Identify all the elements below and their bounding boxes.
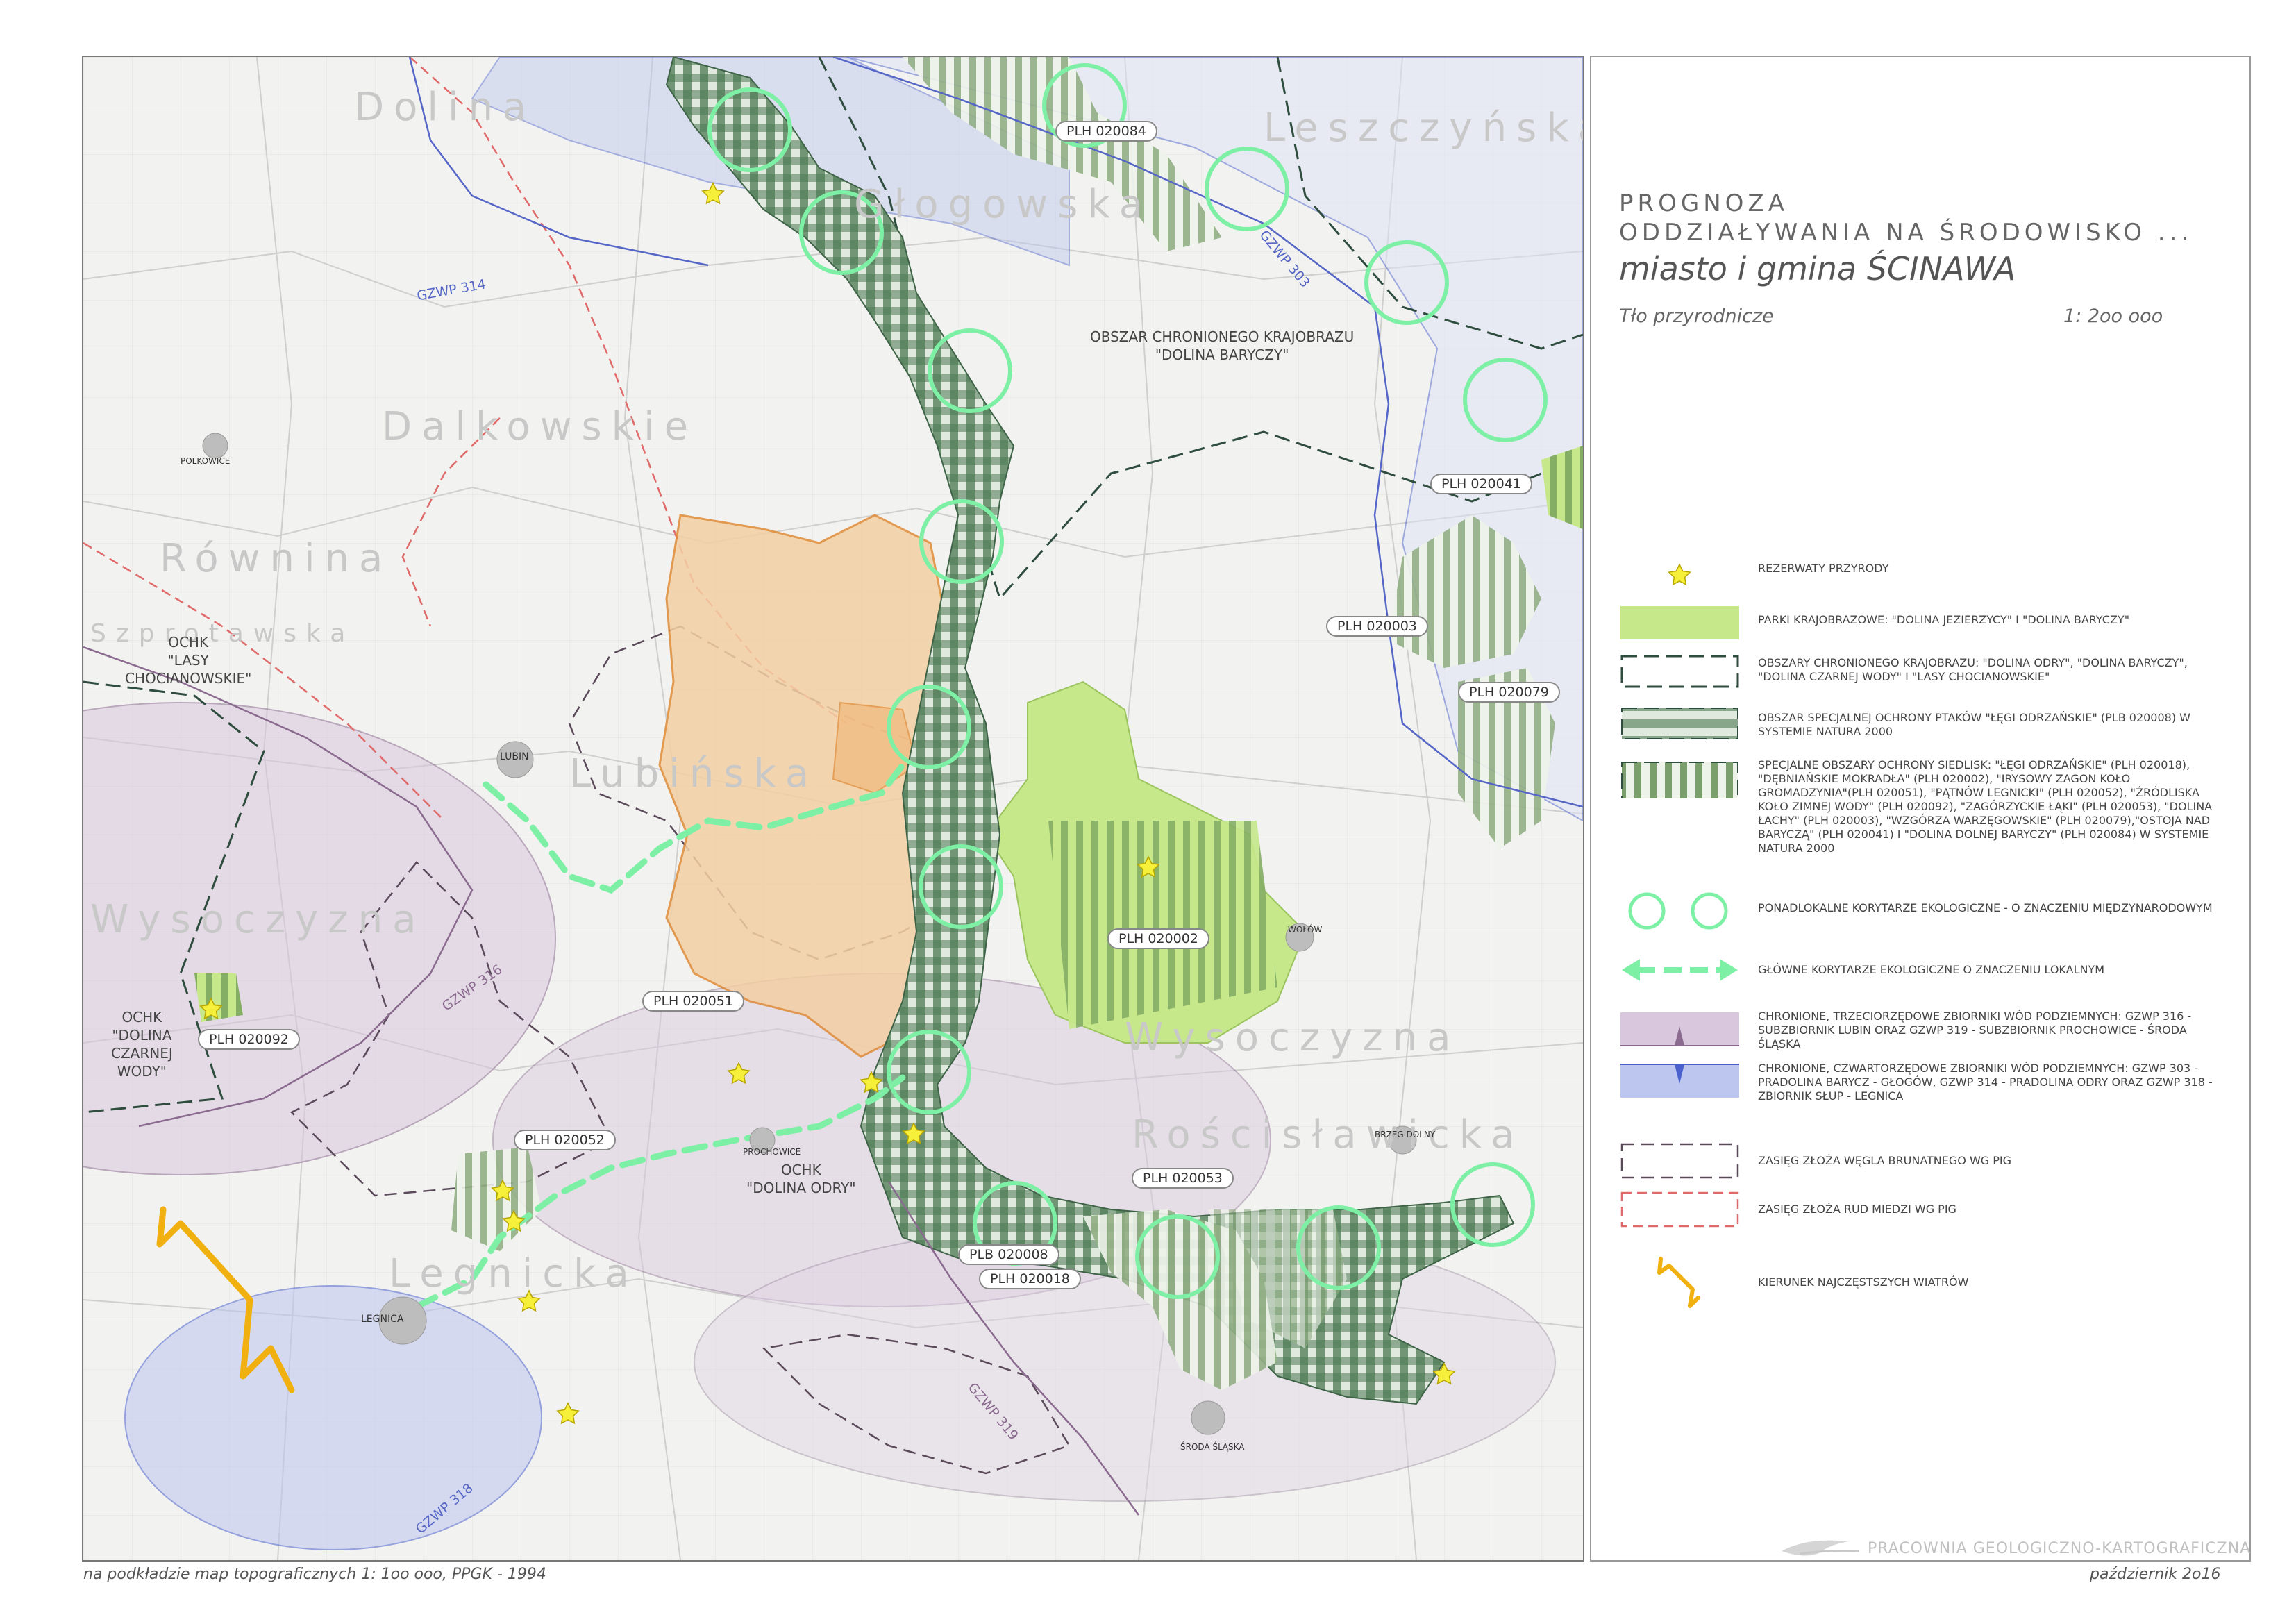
plb-swatch-icon — [1621, 708, 1738, 739]
town-sroda — [1191, 1400, 1225, 1435]
code-plh-020084: PLH 020084 — [1055, 121, 1157, 142]
double-arrow-icon — [1622, 959, 1738, 981]
code-plh-020052: PLH 020052 — [514, 1130, 616, 1150]
region-wysoczyzna-2: Wysoczyzna — [1125, 1015, 1461, 1060]
region-wysoczyzna: Wysoczyzna — [90, 897, 426, 942]
lignite-swatch-icon — [1620, 1143, 1739, 1179]
region-lubinska: Lubińska — [569, 751, 819, 796]
date-label: październik 2o16 — [2090, 1566, 2221, 1583]
region-leszczynska: Leszczyńska — [1264, 106, 1584, 151]
region-dalkowskie: Dalkowskie — [382, 404, 698, 449]
map-canvas — [83, 57, 1583, 1560]
legend-panel: PROGNOZA ODDZIAŁYWANIA NA ŚRODOWISKO ...… — [1590, 56, 2251, 1562]
scale-label: 1: 2oo ooo — [2063, 305, 2163, 327]
code-plh-020018: PLH 020018 — [979, 1269, 1081, 1289]
legend-item-plh: SPECJALNE OBSZARY OCHRONY SIEDLISK: "ŁĘG… — [1619, 757, 2230, 855]
legend-item-copper: ZASIĘG ZŁOŻA RUD MIEDZI wg PIG — [1619, 1189, 2230, 1244]
legend-item-plb: OBSZAR SPECJALNEJ OCHRONY PTAKÓW "ŁĘGI O… — [1619, 703, 2230, 758]
ochk-label-czarnej: OCHK "DOLINA CZARNEJ WODY" — [111, 1009, 173, 1080]
gzwp-318-area — [124, 1285, 542, 1550]
code-plh-020051: PLH 020051 — [642, 991, 744, 1012]
region-legnicka: Legnicka — [389, 1251, 639, 1296]
code-plh-020003: PLH 020003 — [1326, 616, 1428, 637]
town-label-sroda: ŚRODA ŚLĄSKA — [1180, 1442, 1245, 1452]
park-swatch-icon — [1620, 606, 1739, 639]
town-label-legnica: LEGNICA — [361, 1314, 404, 1325]
region-rosciszlawicka: Rościsławicka — [1132, 1112, 1525, 1157]
gzwp4-swatch-icon — [1620, 1064, 1739, 1098]
town-label-polkowice: POLKOWICE — [181, 456, 231, 466]
legend-item-arrow: GŁÓWNE KORYTARZE EKOLOGICZNE O ZNACZENIU… — [1619, 949, 2230, 1005]
legend-item-wind: KIERUNEK NAJCZĘSTSZYCH WIATRÓW — [1619, 1255, 2230, 1310]
title-main: miasto i gmina ŚCINAWA — [1619, 250, 2016, 287]
code-plb-020008: PLB 020008 — [958, 1244, 1059, 1265]
plh-020092 — [194, 973, 243, 1022]
code-plh-020079: PLH 020079 — [1458, 682, 1560, 703]
gzwp3-swatch-icon — [1620, 1012, 1739, 1046]
star-icon — [1668, 563, 1691, 586]
town-label-prochowice: PROCHOWICE — [743, 1147, 801, 1157]
legend-item-coal: ZASIĘG ZŁOŻA WĘGLA BRUNATNEGO wg PIG — [1619, 1140, 2230, 1196]
town-polkowice — [202, 433, 228, 459]
publisher-name: PRACOWNIA GEOLOGICZNO-KARTOGRAFICZNA — [1868, 1540, 2252, 1557]
region-rownina: Równina — [160, 536, 393, 581]
plh-swatch-icon — [1621, 762, 1738, 798]
town-label-lubin: LUBIN — [500, 751, 529, 762]
map-frame[interactable]: Dolina Głogowska Leszczyńska Dalkowskie … — [82, 56, 1584, 1562]
code-plh-020002: PLH 020002 — [1107, 928, 1209, 949]
code-plh-020053: PLH 020053 — [1132, 1168, 1234, 1189]
legend-text: SPECJALNE OBSZARY OCHRONY SIEDLISK: "ŁĘG… — [1758, 758, 2213, 855]
code-plh-020041: PLH 020041 — [1430, 474, 1532, 494]
copper-swatch-icon — [1620, 1191, 1739, 1228]
legend-item-gzwp3: CHRONIONE, TRZECIORZĘDOWE ZBIORNIKI WÓD … — [1619, 1008, 2230, 1064]
legend-item-park: PARKI KRAJOBRAZOWE: "DOLINA JEZIERZYCY" … — [1619, 602, 2230, 658]
ochk-label-baryczy: OBSZAR CHRONIONEGO KRAJOBRAZU "DOLINA BA… — [1090, 328, 1355, 363]
legend-item-gzwp4: CHRONIONE, CZWARTORZĘDOWE ZBIORNIKI WÓD … — [1619, 1060, 2230, 1116]
subtitle: Tło przyrodnicze — [1619, 305, 1774, 327]
ochk-label-odry: OCHK "DOLINA ODRY" — [746, 1162, 856, 1196]
publisher-logo-icon — [1782, 1540, 1860, 1556]
legend-text: CHRONIONE, CZWARTORZĘDOWE ZBIORNIKI WÓD … — [1758, 1062, 2213, 1103]
legend-text: ZASIĘG ZŁOŻA WĘGLA BRUNATNEGO wg PIG — [1758, 1154, 2012, 1167]
legend-text: REZERWATY PRZYRODY — [1758, 562, 1889, 575]
legend-text: GŁÓWNE KORYTARZE EKOLOGICZNE O ZNACZENIU… — [1758, 963, 2105, 976]
ochk-label-lasy: OCHK "LASY CHOCIANOWSKIE" — [125, 634, 252, 687]
town-label-brzeg: BRZEG DOLNY — [1375, 1130, 1436, 1139]
corridor-circle-icon — [1628, 892, 1728, 930]
title-prognoza: PROGNOZA ODDZIAŁYWANIA NA ŚRODOWISKO ... — [1619, 190, 2193, 246]
legend-text: KIERUNEK NAJCZĘSTSZYCH WIATRÓW — [1758, 1275, 1969, 1289]
legend-text: OBSZARY CHRONIONEGO KRAJOBRAZU: "DOLINA … — [1758, 656, 2188, 683]
legend-text: ZASIĘG ZŁOŻA RUD MIEDZI wg PIG — [1758, 1203, 1956, 1216]
legend-item-circle: PONADLOKALNE KORYTARZE EKOLOGICZNE - O Z… — [1619, 890, 2230, 946]
ochk-swatch-icon — [1620, 655, 1739, 688]
legend-text: OBSZAR SPECJALNEJ OCHRONY PTAKÓW "ŁĘGI O… — [1758, 711, 2190, 738]
region-glogowska: Głogowska — [854, 182, 1153, 227]
wind-arrow-icon — [1657, 1257, 1700, 1308]
legend-text: PARKI KRAJOBRAZOWE: "DOLINA JEZIERZYCY" … — [1758, 613, 2130, 626]
town-label-wolow: WOŁÓW — [1288, 925, 1323, 935]
legend-text: PONADLOKALNE KORYTARZE EKOLOGICZNE - O Z… — [1758, 901, 2213, 914]
legend-item-ochk: OBSZARY CHRONIONEGO KRAJOBRAZU: "DOLINA … — [1619, 651, 2230, 706]
legend-text: CHRONIONE, TRZECIORZĘDOWE ZBIORNIKI WÓD … — [1758, 1010, 2192, 1050]
code-plh-020092: PLH 020092 — [198, 1029, 300, 1050]
region-dolina: Dolina — [354, 85, 537, 130]
source-note: na podkładzie map topograficznych 1: 1oo… — [83, 1566, 546, 1583]
